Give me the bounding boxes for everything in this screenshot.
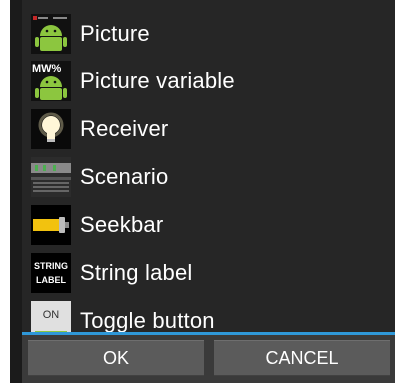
cancel-button[interactable]: CANCEL: [214, 340, 390, 376]
svg-text:STRING: STRING: [34, 261, 68, 271]
list-item-string-label[interactable]: STRING LABEL String label: [22, 249, 395, 297]
list-item-label: String label: [80, 260, 193, 285]
accent-divider: [22, 332, 395, 335]
list-item-scenario[interactable]: Scenario: [22, 153, 395, 201]
list-item-label: Picture variable: [80, 68, 235, 93]
list-item-label: Receiver: [80, 116, 169, 141]
svg-text:LABEL: LABEL: [36, 275, 66, 285]
lightbulb-icon: [31, 109, 71, 149]
list-item-label: Seekbar: [80, 212, 164, 237]
android-variable-icon: MW%: [31, 61, 71, 101]
scenario-icon: [31, 157, 71, 197]
dialog-left-edge: [10, 0, 22, 383]
list-item-receiver[interactable]: Receiver: [22, 105, 395, 153]
ok-button[interactable]: OK: [28, 340, 204, 376]
widget-picker-dialog: Picture MW% Picture variable Receiver Sc…: [10, 0, 395, 383]
list-item-picture[interactable]: Picture: [22, 10, 395, 58]
toggle-on-icon: ON: [31, 301, 71, 332]
seekbar-icon: [31, 205, 71, 245]
list-item-picture-variable[interactable]: MW% Picture variable: [22, 57, 395, 105]
list-item-seekbar[interactable]: Seekbar: [22, 201, 395, 249]
widget-list[interactable]: Picture MW% Picture variable Receiver Sc…: [22, 0, 395, 332]
list-item-label: Scenario: [80, 164, 169, 189]
dialog-button-bar: OK CANCEL: [22, 332, 395, 383]
list-item-toggle-button[interactable]: ON Toggle button: [22, 297, 395, 332]
svg-text:ON: ON: [43, 309, 60, 321]
string-label-icon: STRING LABEL: [31, 253, 71, 293]
list-item-label: Toggle button: [80, 308, 215, 332]
svg-text:MW%: MW%: [32, 63, 62, 75]
android-icon: [31, 14, 71, 54]
list-item-label: Picture: [80, 21, 150, 46]
